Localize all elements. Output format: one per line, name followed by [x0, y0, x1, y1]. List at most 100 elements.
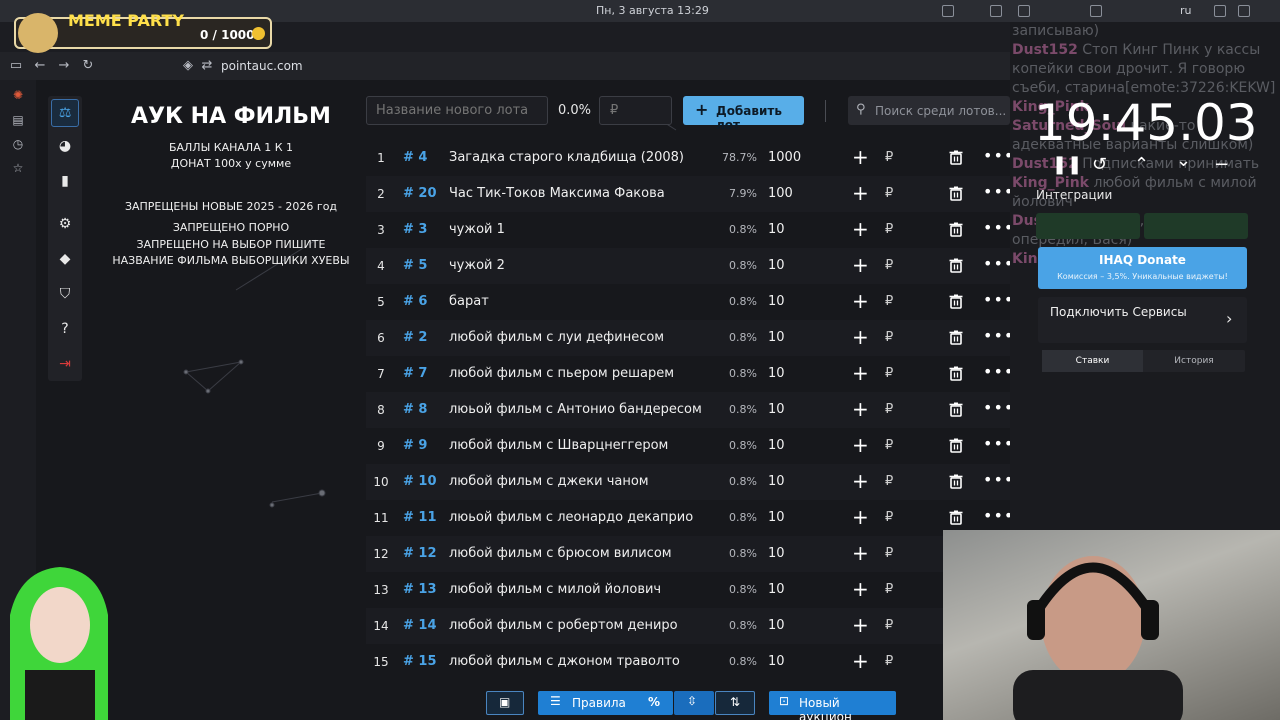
lot-search-input[interactable]: ⚲ Поиск среди лотов... [848, 96, 1010, 125]
amount-input[interactable] [599, 96, 672, 125]
save-button[interactable]: ▣ [486, 691, 524, 715]
ruble-icon[interactable]: ₽ [885, 510, 893, 525]
lot-name[interactable]: любой фильм с джоном траволто [449, 654, 680, 669]
lot-id[interactable]: # 4 [403, 150, 427, 165]
lot-id[interactable]: # 6 [403, 294, 427, 309]
add-amount-icon[interactable]: + [852, 182, 869, 204]
integrations-label[interactable]: Интеграции [1036, 188, 1112, 202]
more-icon[interactable]: ••• [983, 470, 1010, 489]
ruble-icon[interactable]: ₽ [885, 402, 893, 417]
connect-services[interactable]: Подключить Сервисы › [1038, 297, 1247, 343]
add-amount-icon[interactable]: + [852, 326, 869, 348]
lot-id[interactable]: # 5 [403, 258, 427, 273]
lot-row[interactable]: 5 # 6 барат 0.8% 10 + ₽ ••• [366, 284, 1010, 320]
ruble-icon[interactable]: ₽ [885, 438, 893, 453]
lot-name[interactable]: любой фильм с Шварцнеггером [449, 438, 668, 453]
sidebar-toggle-icon[interactable]: ▭ [9, 59, 23, 73]
lot-name[interactable]: чужой 1 [449, 222, 505, 237]
chevron-down-icon[interactable]: ⌄ [1176, 150, 1191, 171]
tray-network-icon[interactable] [1090, 5, 1102, 17]
sort-button[interactable]: ⇅ [715, 691, 755, 715]
add-amount-icon[interactable]: + [852, 398, 869, 420]
lot-id[interactable]: # 15 [403, 654, 437, 669]
lot-row[interactable]: 1 # 4 Загадка старого кладбища (2008) 78.7%… [366, 140, 1010, 176]
lot-name[interactable]: любой фильм с пьером решарем [449, 366, 674, 381]
lot-name[interactable]: барат [449, 294, 489, 309]
more-icon[interactable]: ••• [983, 254, 1010, 273]
ruble-icon[interactable]: ₽ [885, 618, 893, 633]
delete-icon[interactable] [949, 366, 963, 381]
add-amount-icon[interactable]: + [852, 506, 869, 528]
delete-icon[interactable] [949, 330, 963, 345]
tray-power-icon[interactable] [1238, 5, 1250, 17]
more-icon[interactable]: ••• [983, 362, 1010, 381]
lot-name[interactable]: Загадка старого кладбища (2008) [449, 150, 684, 165]
rules-button[interactable]: ☰ Правила % [538, 691, 673, 715]
new-auction-button[interactable]: ⊡ Новый аукцион [769, 691, 896, 720]
pause-icon[interactable]: ❚❚ [1052, 154, 1082, 175]
add-amount-icon[interactable]: + [852, 434, 869, 456]
lot-row[interactable]: 7 # 7 любой фильм с пьером решарем 0.8% 10 + ₽… [366, 356, 1010, 392]
lot-id[interactable]: # 9 [403, 438, 427, 453]
reset-icon[interactable]: ↺ [1092, 154, 1107, 175]
lot-name[interactable]: чужой 2 [449, 258, 505, 273]
tray-window-icon[interactable] [942, 5, 954, 17]
tray-monitor-icon[interactable] [1018, 5, 1030, 17]
more-icon[interactable]: ••• [983, 434, 1010, 453]
chevron-up-icon[interactable]: ⌃ [1134, 154, 1149, 175]
add-amount-icon[interactable]: + [852, 362, 869, 384]
lot-row[interactable]: 11 # 11 люьой фильм с леонардо декаприо 0.8… [366, 500, 1010, 536]
shield-icon[interactable]: ⛉ [55, 284, 75, 304]
delete-icon[interactable] [949, 150, 963, 165]
forward-icon[interactable]: → [57, 59, 71, 73]
add-amount-icon[interactable]: + [852, 218, 869, 240]
tab-bets[interactable]: Ставки [1042, 350, 1143, 372]
keyboard-layout[interactable]: ru [1180, 4, 1192, 17]
lot-name[interactable]: любой фильм с луи дефинесом [449, 330, 664, 345]
history-icon[interactable]: ◷ [11, 137, 25, 151]
more-icon[interactable]: ••• [983, 218, 1010, 237]
lot-row[interactable]: 3 # 3 чужой 1 0.8% 10 + ₽ ••• [366, 212, 1010, 248]
ruble-icon[interactable]: ₽ [885, 294, 893, 309]
ruble-icon[interactable]: ₽ [885, 474, 893, 489]
lot-row[interactable]: 10 # 10 любой фильм с джеки чаном 0.8% 10 + ₽ •… [366, 464, 1010, 500]
lot-id[interactable]: # 14 [403, 618, 437, 633]
reload-icon[interactable]: ↻ [81, 59, 95, 73]
delete-icon[interactable] [949, 438, 963, 453]
logout-icon[interactable]: ⇥ [55, 354, 75, 374]
back-icon[interactable]: ← [33, 59, 47, 73]
delete-icon[interactable] [949, 222, 963, 237]
ruble-icon[interactable]: ₽ [885, 186, 893, 201]
lot-row[interactable]: 15 # 15 любой фильм с джоном траволто 0.8% 1… [366, 644, 1010, 680]
lot-name[interactable]: любой фильм с брюсом вилисом [449, 546, 672, 561]
add-amount-icon[interactable]: + [852, 254, 869, 276]
lot-row[interactable]: 9 # 9 любой фильм с Шварцнеггером 0.8% 10 + ₽ •… [366, 428, 1010, 464]
extension-icon[interactable]: ✺ [11, 88, 25, 102]
ruble-icon[interactable]: ₽ [885, 258, 893, 273]
add-amount-icon[interactable]: + [852, 470, 869, 492]
bookmarks-icon[interactable]: ☆ [11, 161, 25, 175]
delete-icon[interactable] [949, 402, 963, 417]
lot-name[interactable]: люьой фильм с леонардо декаприо [449, 510, 693, 525]
more-icon[interactable]: ••• [983, 326, 1010, 345]
lot-name[interactable]: любой фильм с милой йолович [449, 582, 661, 597]
site-settings-icon[interactable]: ⇄ [200, 59, 214, 73]
tab-history[interactable]: История [1143, 350, 1245, 372]
lot-row[interactable]: 6 # 2 любой фильм с луи дефинесом 0.8% 10 + ₽ •… [366, 320, 1010, 356]
donate-banner[interactable]: IHAQ Donate Комиссия – 3,5%. Уникальные … [1038, 247, 1247, 289]
integration-chip-2[interactable] [1144, 213, 1248, 239]
integration-chip-1[interactable] [1036, 213, 1140, 239]
add-amount-icon[interactable]: + [852, 146, 869, 168]
ruble-icon[interactable]: ₽ [885, 330, 893, 345]
tray-doc-icon[interactable] [990, 5, 1002, 17]
ruble-icon[interactable]: ₽ [885, 654, 893, 669]
more-icon[interactable]: ••• [983, 290, 1010, 309]
gavel-icon[interactable]: ⚖ [55, 103, 75, 123]
lot-row[interactable]: 14 # 14 любой фильм с робертом дениро 0.8% 1… [366, 608, 1010, 644]
lot-name[interactable]: любой фильм с джеки чаном [449, 474, 649, 489]
ruble-icon[interactable]: ₽ [885, 366, 893, 381]
more-icon[interactable]: ••• [983, 506, 1010, 525]
lot-id[interactable]: # 2 [403, 330, 427, 345]
stats-icon[interactable]: ▮ [55, 171, 75, 191]
more-icon[interactable]: ••• [983, 146, 1010, 165]
